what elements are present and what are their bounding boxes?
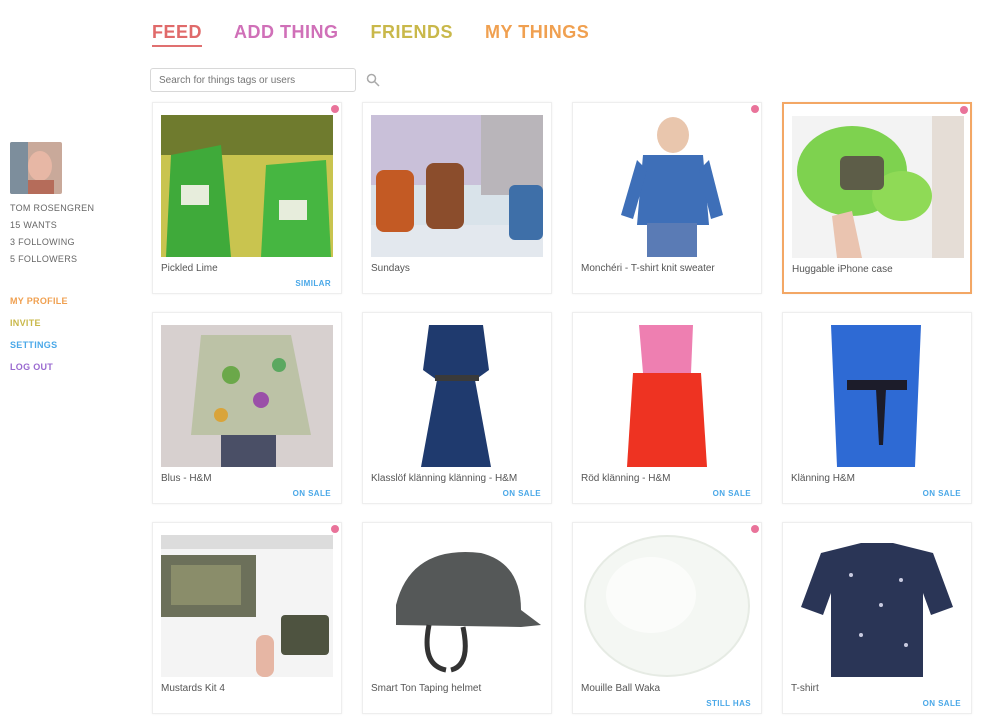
thing-image[interactable] — [371, 535, 543, 677]
sidebar: TOM ROSENGREN 15 WANTS 3 FOLLOWING 5 FOL… — [10, 142, 130, 378]
thing-cta-link[interactable]: ON SALE — [503, 489, 541, 498]
thing-card[interactable]: Blus - H&M ON SALE — [152, 312, 342, 504]
thing-title: Blus - H&M — [161, 473, 212, 484]
tab-add-thing[interactable]: ADD THING — [234, 22, 339, 47]
thing-card[interactable]: Monchéri - T-shirt knit sweater — [572, 102, 762, 294]
thing-card[interactable]: T-shirt ON SALE — [782, 522, 972, 714]
heart-icon[interactable] — [751, 105, 759, 113]
avatar[interactable] — [10, 142, 62, 194]
thing-title: T-shirt — [791, 683, 819, 694]
thing-title: Sundays — [371, 263, 410, 274]
thing-title: Klasslöf klänning klänning - H&M — [371, 473, 518, 484]
heart-icon[interactable] — [331, 105, 339, 113]
thing-cta-link[interactable]: SIMILAR — [295, 279, 331, 288]
stat-followers[interactable]: 5 FOLLOWERS — [10, 251, 130, 268]
heart-icon[interactable] — [331, 525, 339, 533]
thing-title: Mouille Ball Waka — [581, 683, 661, 694]
thing-image[interactable] — [581, 325, 753, 467]
top-nav: FEED ADD THING FRIENDS MY THINGS — [152, 22, 589, 47]
tab-my-things[interactable]: MY THINGS — [485, 22, 589, 47]
thing-title: Pickled Lime — [161, 263, 218, 274]
heart-icon[interactable] — [960, 106, 968, 114]
thing-card[interactable]: Mustards Kit 4 — [152, 522, 342, 714]
stat-name[interactable]: TOM ROSENGREN — [10, 200, 130, 217]
thing-image[interactable] — [791, 535, 963, 677]
thing-title: Klänning H&M — [791, 473, 855, 484]
thing-card[interactable]: Klänning H&M ON SALE — [782, 312, 972, 504]
search-bar — [150, 68, 380, 92]
tab-friends[interactable]: FRIENDS — [371, 22, 454, 47]
thing-cta-link[interactable]: STILL HAS — [706, 699, 751, 708]
profile-stats: TOM ROSENGREN 15 WANTS 3 FOLLOWING 5 FOL… — [10, 200, 130, 268]
thing-image[interactable] — [371, 115, 543, 257]
thing-card[interactable]: Röd klänning - H&M ON SALE — [572, 312, 762, 504]
thing-card[interactable]: Huggable iPhone case — [782, 102, 972, 294]
thing-cta-link[interactable]: ON SALE — [923, 699, 961, 708]
thing-image[interactable] — [581, 535, 753, 677]
link-invite[interactable]: INVITE — [10, 312, 130, 334]
stat-following[interactable]: 3 FOLLOWING — [10, 234, 130, 251]
search-icon[interactable] — [366, 73, 380, 87]
link-settings[interactable]: SETTINGS — [10, 334, 130, 356]
link-log-out[interactable]: LOG OUT — [10, 356, 130, 378]
thing-title: Mustards Kit 4 — [161, 683, 225, 694]
thing-cta-link[interactable]: ON SALE — [923, 489, 961, 498]
thing-title: Röd klänning - H&M — [581, 473, 671, 484]
thing-cta-link[interactable]: ON SALE — [293, 489, 331, 498]
thing-title: Monchéri - T-shirt knit sweater — [581, 263, 715, 274]
thing-image[interactable] — [161, 535, 333, 677]
sidebar-links: MY PROFILE INVITE SETTINGS LOG OUT — [10, 290, 130, 378]
thing-image[interactable] — [792, 116, 964, 258]
heart-icon[interactable] — [751, 525, 759, 533]
thing-cta-link[interactable]: ON SALE — [713, 489, 751, 498]
thing-card[interactable]: Mouille Ball Waka STILL HAS — [572, 522, 762, 714]
link-my-profile[interactable]: MY PROFILE — [10, 290, 130, 312]
thing-card[interactable]: Sundays — [362, 102, 552, 294]
thing-image[interactable] — [161, 115, 333, 257]
thing-image[interactable] — [161, 325, 333, 467]
thing-image[interactable] — [791, 325, 963, 467]
thing-card[interactable]: Klasslöf klänning klänning - H&M ON SALE — [362, 312, 552, 504]
thing-grid: Pickled Lime SIMILAR Sundays Monchéri - … — [152, 102, 972, 714]
thing-card[interactable]: Pickled Lime SIMILAR — [152, 102, 342, 294]
thing-title: Huggable iPhone case — [792, 264, 893, 275]
thing-image[interactable] — [581, 115, 753, 257]
thing-card[interactable]: Smart Ton Taping helmet — [362, 522, 552, 714]
thing-image[interactable] — [371, 325, 543, 467]
thing-title: Smart Ton Taping helmet — [371, 683, 482, 694]
stat-wants[interactable]: 15 WANTS — [10, 217, 130, 234]
search-input[interactable] — [150, 68, 356, 92]
tab-feed[interactable]: FEED — [152, 22, 203, 47]
